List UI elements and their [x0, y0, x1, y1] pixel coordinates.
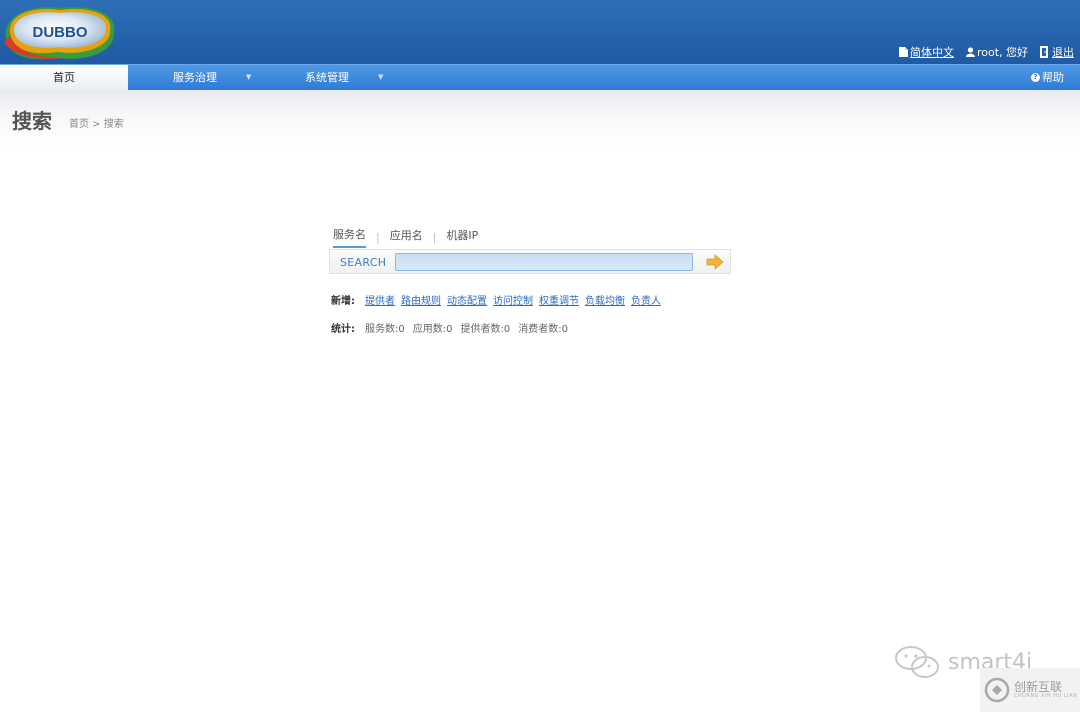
stats-row: 统计: 服务数:0 应用数:0 提供者数:0 消费者数:0 [331, 320, 576, 335]
tab-application-name[interactable]: 应用名 [390, 227, 423, 247]
help-label: 帮助 [1042, 71, 1064, 84]
stats-label: 统计: [331, 324, 355, 335]
search-tabs: 服务名 | 应用名 | 机器IP [333, 226, 478, 248]
help-link[interactable]: ? 帮助 [1031, 65, 1064, 90]
dubbo-logo[interactable]: DUBBO [0, 2, 120, 62]
add-route-rule-link[interactable]: 路由规则 [401, 292, 441, 307]
breadcrumb: 首页 > 搜索 [69, 119, 124, 130]
tab-service-name[interactable]: 服务名 [333, 226, 366, 248]
brand-text: 创新互联 [1014, 680, 1063, 694]
user-greeting: root, 您好 [965, 44, 1028, 60]
nav-service-governance-label: 服务治理 [173, 71, 217, 84]
tab-divider: | [376, 230, 380, 244]
tab-machine-ip[interactable]: 机器IP [446, 227, 478, 247]
search-arrow-icon[interactable] [706, 254, 724, 270]
document-icon [898, 47, 908, 57]
add-owner-link[interactable]: 负责人 [631, 292, 661, 307]
logout-link-label: 退出 [1052, 46, 1074, 59]
stat-consumer-count: 消费者数:0 [518, 324, 568, 335]
logo-text: DUBBO [33, 24, 88, 41]
dropdown-arrow-icon: ▼ [246, 73, 252, 81]
stat-application-count: 应用数:0 [412, 324, 453, 335]
brand-watermark: 创新互联 CHUANG XIN HU LIAN [980, 668, 1080, 712]
search-label: SEARCH [340, 256, 387, 269]
nav-home-label: 首页 [53, 71, 75, 84]
help-icon: ? [1031, 73, 1040, 82]
logout-link[interactable]: 退出 [1040, 44, 1074, 60]
logout-icon [1040, 46, 1048, 58]
brand-logo-icon [984, 677, 1010, 703]
add-access-control-link[interactable]: 访问控制 [493, 292, 533, 307]
wechat-icon [895, 646, 939, 678]
nav-system-management[interactable]: 系统管理 ▼ [282, 65, 383, 90]
top-links: 简体中文 root, 您好 退出 [898, 44, 1074, 60]
dropdown-arrow-icon: ▼ [378, 73, 384, 81]
nav-system-management-label: 系统管理 [305, 71, 349, 84]
add-provider-link[interactable]: 提供者 [365, 292, 395, 307]
add-weight-adjust-link[interactable]: 权重调节 [539, 292, 579, 307]
search-input[interactable] [395, 253, 693, 271]
stat-provider-count: 提供者数:0 [460, 324, 511, 335]
main-nav: 首页 服务治理 ▼ 系统管理 ▼ ? 帮助 [0, 64, 1080, 90]
user-icon [965, 47, 975, 57]
add-load-balance-link[interactable]: 负载均衡 [585, 292, 625, 307]
nav-service-governance[interactable]: 服务治理 ▼ [150, 65, 251, 90]
user-greeting-label: root, 您好 [976, 46, 1028, 59]
stat-service-count: 服务数:0 [365, 324, 405, 335]
title-strip: 搜索 首页 > 搜索 [0, 90, 1080, 146]
page-title: 搜索 [12, 109, 52, 133]
add-label: 新增: [331, 296, 355, 307]
nav-home[interactable]: 首页 [0, 65, 128, 90]
language-link-label: 简体中文 [909, 46, 954, 59]
add-dynamic-config-link[interactable]: 动态配置 [447, 292, 487, 307]
top-header: DUBBO 简体中文 root, 您好 退出 [0, 0, 1080, 64]
add-links-row: 新增: 提供者 路由规则 动态配置 访问控制 权重调节 负载均衡 负责人 [331, 292, 667, 307]
language-link[interactable]: 简体中文 [898, 44, 954, 60]
search-bar: SEARCH [329, 249, 731, 274]
tab-divider: | [432, 230, 437, 244]
brand-subtext: CHUANG XIN HU LIAN [1014, 693, 1078, 699]
